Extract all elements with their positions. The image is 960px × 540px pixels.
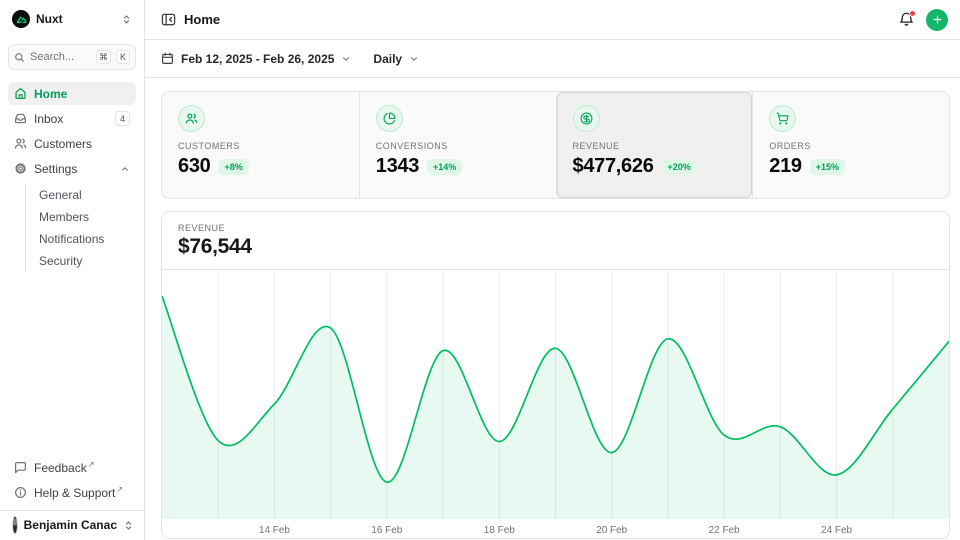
stat-value: 630 bbox=[178, 155, 210, 178]
x-axis-tick-label: 20 Feb bbox=[596, 525, 627, 536]
granularity-select[interactable]: Daily bbox=[373, 52, 419, 66]
users-icon bbox=[178, 105, 205, 132]
x-axis-tick-label: 16 Feb bbox=[371, 525, 402, 536]
user-menu[interactable]: Benjamin Canac bbox=[0, 510, 144, 540]
info-circle-icon bbox=[14, 486, 27, 499]
x-axis-tick-label: 18 Feb bbox=[484, 525, 515, 536]
users-icon bbox=[14, 137, 27, 150]
speech-bubble-icon bbox=[14, 461, 27, 474]
sidebar: Nuxt Search... ⌘ K Home bbox=[0, 0, 145, 540]
workspace-name: Nuxt bbox=[36, 12, 115, 26]
chart-title: REVENUE bbox=[178, 223, 933, 233]
granularity-value: Daily bbox=[373, 52, 402, 66]
sidebar-item-customers[interactable]: Customers bbox=[8, 132, 136, 155]
page-title: Home bbox=[184, 12, 220, 27]
stat-delta-badge: +15% bbox=[810, 159, 845, 175]
inbox-count-badge: 4 bbox=[115, 111, 130, 126]
kbd-meta: ⌘ bbox=[96, 50, 111, 64]
sidebar-item-help-support[interactable]: Help & Support↗ bbox=[8, 481, 136, 504]
sidebar-item-home[interactable]: Home bbox=[8, 82, 136, 105]
sidebar-collapse-button[interactable] bbox=[161, 12, 176, 27]
stat-value: 219 bbox=[769, 155, 801, 178]
sidebar-item-label: Home bbox=[34, 87, 130, 101]
pie-chart-icon bbox=[376, 105, 403, 132]
sidebar-nav: Home Inbox 4 Customers Settings bbox=[8, 82, 136, 272]
app-root: Nuxt Search... ⌘ K Home bbox=[0, 0, 960, 540]
external-link-icon: ↗ bbox=[116, 485, 123, 494]
sidebar-item-label: Customers bbox=[34, 137, 130, 151]
sidebar-item-general[interactable]: General bbox=[26, 184, 136, 206]
cart-icon bbox=[769, 105, 796, 132]
add-button[interactable] bbox=[926, 9, 948, 31]
calendar-icon bbox=[161, 52, 174, 65]
chevron-down-icon bbox=[341, 54, 351, 64]
stat-delta-badge: +20% bbox=[662, 159, 697, 175]
inbox-icon bbox=[14, 112, 27, 125]
notification-dot bbox=[909, 10, 916, 17]
sidebar-footer-links: Feedback↗ Help & Support↗ bbox=[8, 456, 136, 510]
content: CUSTOMERS 630 +8% CONVERSIONS 1343 +14% bbox=[145, 78, 960, 539]
stat-card-revenue[interactable]: REVENUE $477,626 +20% bbox=[556, 92, 753, 198]
search-placeholder: Search... bbox=[30, 51, 91, 63]
stat-value: $477,626 bbox=[573, 155, 654, 178]
stat-delta-badge: +14% bbox=[427, 159, 462, 175]
kbd-k: K bbox=[116, 50, 130, 64]
top-bar: Home bbox=[145, 0, 960, 40]
stat-label: CUSTOMERS bbox=[178, 141, 343, 151]
stat-delta-badge: +8% bbox=[218, 159, 248, 175]
sidebar-item-label: Feedback↗ bbox=[34, 460, 130, 475]
chart-plot-area[interactable]: 14 Feb 16 Feb 18 Feb 20 Feb 22 Feb 24 Feb bbox=[162, 270, 949, 538]
stat-card-orders[interactable]: ORDERS 219 +15% bbox=[752, 92, 949, 198]
sidebar-item-label: Inbox bbox=[34, 112, 108, 126]
sidebar-spacer bbox=[8, 272, 136, 456]
stat-card-conversions[interactable]: CONVERSIONS 1343 +14% bbox=[359, 92, 556, 198]
workspace-switcher[interactable]: Nuxt bbox=[8, 6, 136, 32]
home-icon bbox=[14, 87, 27, 100]
sidebar-item-feedback[interactable]: Feedback↗ bbox=[8, 456, 136, 479]
avatar bbox=[12, 516, 18, 534]
x-axis-tick-label: 22 Feb bbox=[709, 525, 740, 536]
filter-toolbar: Feb 12, 2025 - Feb 26, 2025 Daily bbox=[145, 40, 960, 78]
stat-label: ORDERS bbox=[769, 141, 933, 151]
chevron-down-icon bbox=[409, 54, 419, 64]
notifications-button[interactable] bbox=[899, 12, 914, 27]
x-axis-tick-label: 24 Feb bbox=[821, 525, 852, 536]
chart-header: REVENUE $76,544 bbox=[162, 212, 949, 270]
sidebar-item-inbox[interactable]: Inbox 4 bbox=[8, 107, 136, 130]
search-icon bbox=[14, 52, 25, 63]
stat-card-customers[interactable]: CUSTOMERS 630 +8% bbox=[162, 92, 359, 198]
stat-label: CONVERSIONS bbox=[376, 141, 540, 151]
chevron-up-icon bbox=[120, 164, 130, 174]
plus-icon bbox=[932, 14, 943, 25]
sidebar-item-security[interactable]: Security bbox=[26, 250, 136, 272]
user-name: Benjamin Canac bbox=[24, 518, 117, 532]
nuxt-logo-icon bbox=[12, 10, 30, 28]
chart-total-value: $76,544 bbox=[178, 235, 933, 259]
main-area: Home Feb 12, 2025 - Feb 26, 2025 bbox=[145, 0, 960, 540]
external-link-icon: ↗ bbox=[88, 460, 95, 469]
chevron-up-down-icon bbox=[123, 520, 134, 531]
gear-icon bbox=[14, 162, 27, 175]
date-range-value: Feb 12, 2025 - Feb 26, 2025 bbox=[181, 52, 334, 66]
stat-value: 1343 bbox=[376, 155, 419, 178]
search-input[interactable]: Search... ⌘ K bbox=[8, 44, 136, 70]
sidebar-item-label: Settings bbox=[34, 162, 113, 176]
sidebar-item-notifications[interactable]: Notifications bbox=[26, 228, 136, 250]
settings-sub-list: General Members Notifications Security bbox=[25, 184, 136, 272]
sidebar-item-label: Help & Support↗ bbox=[34, 485, 130, 500]
revenue-chart-svg: 14 Feb 16 Feb 18 Feb 20 Feb 22 Feb 24 Feb bbox=[162, 270, 949, 538]
x-axis-tick-label: 14 Feb bbox=[259, 525, 290, 536]
revenue-chart-card: REVENUE $76,544 14 Feb 16 Feb 18 Feb 20 Feb… bbox=[161, 211, 950, 539]
circle-dollar-icon bbox=[573, 105, 600, 132]
stat-label: REVENUE bbox=[573, 141, 737, 151]
sidebar-item-members[interactable]: Members bbox=[26, 206, 136, 228]
sidebar-item-settings[interactable]: Settings bbox=[8, 157, 136, 180]
date-range-picker[interactable]: Feb 12, 2025 - Feb 26, 2025 bbox=[161, 52, 351, 66]
chevron-up-down-icon bbox=[121, 14, 132, 25]
stats-row: CUSTOMERS 630 +8% CONVERSIONS 1343 +14% bbox=[161, 91, 950, 199]
